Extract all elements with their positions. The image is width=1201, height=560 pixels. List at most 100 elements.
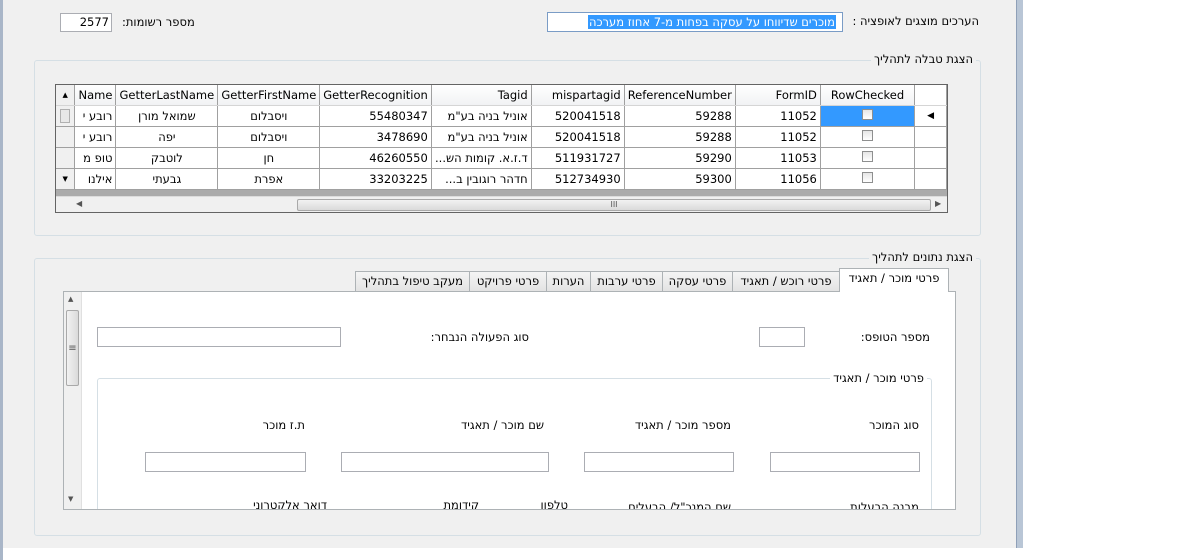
cell-tagid[interactable]: אוניל בניה בע"מ <box>431 105 532 127</box>
row-header[interactable] <box>914 126 947 148</box>
hscroll-grip: III <box>610 200 618 209</box>
tab-project-details[interactable]: פרטי פרויקט <box>469 271 547 291</box>
details-title: הצגת נתונים לתהליך <box>869 250 976 264</box>
hscroll-thumb[interactable]: III <box>297 199 931 211</box>
cell-getterlastname[interactable]: לוטבק <box>115 147 219 169</box>
filter-value: מוכרים שדיווחו על עסקה בפחות מ-7 אחוז מע… <box>587 15 836 29</box>
seller-id-field[interactable] <box>145 452 306 472</box>
cell-getterrecognition[interactable]: 46260550 <box>319 147 432 169</box>
cell-rowchecked[interactable] <box>820 147 916 169</box>
cell-tagid[interactable]: אוניל בניה בע"מ <box>431 126 532 148</box>
seller-name-label: שם מוכר / תאגיד <box>461 418 544 432</box>
process-data-grid[interactable]: ▲ Name GetterLastName GetterFirstName Ge… <box>55 84 948 213</box>
records-count-value: 2577 <box>79 15 109 29</box>
row-checkbox[interactable] <box>862 129 874 141</box>
cell-rowchecked[interactable] <box>820 126 916 148</box>
row-header-corner <box>914 85 947 106</box>
cell-mispartagid[interactable]: 520041518 <box>531 105 625 127</box>
grid-hscrollbar[interactable]: ◀ III ▶ <box>56 196 947 212</box>
col-header-getterfirstname[interactable]: GetterFirstName <box>217 85 321 106</box>
cell-tagid[interactable]: חדהר רוגובין ב... <box>431 168 532 190</box>
email-label: דואר אלקטרוני <box>253 498 327 510</box>
col-header-getterrecognition[interactable]: GetterRecognition <box>319 85 432 106</box>
cell-tagid[interactable]: ד.ז.א. קומות הש... <box>431 147 532 169</box>
row-header[interactable] <box>914 168 947 190</box>
process-table-title: הצגת טבלה לתהליך <box>871 52 976 66</box>
seller-name-field[interactable] <box>341 452 549 472</box>
panel-vscrollbar[interactable]: ▲ ≡ ▼ <box>64 292 82 509</box>
col-header-tagid[interactable]: Tagid <box>431 85 532 106</box>
col-header-getterlastname[interactable]: GetterLastName <box>115 85 219 106</box>
cell-mispartagid[interactable]: 520041518 <box>531 126 625 148</box>
grid-vscroll-down[interactable]: ▼ <box>56 168 76 190</box>
tab-notes[interactable]: הערות <box>546 271 591 291</box>
cell-getterrecognition[interactable]: 33203225 <box>319 168 432 190</box>
seller-group <box>97 378 932 509</box>
tab-buyer-details[interactable]: פרטי רוכש / תאגיד <box>732 271 840 291</box>
cell-getterfirstname[interactable]: אפרת <box>217 168 321 190</box>
tab-deal-details[interactable]: פרטי עסקה <box>662 271 733 291</box>
grid-vscroll-track[interactable] <box>56 126 76 148</box>
cell-getterlastname[interactable]: שמואל מורן <box>115 105 219 127</box>
cell-referencenumber[interactable]: 59288 <box>624 126 736 148</box>
cell-getterlastname[interactable]: יפה <box>115 126 219 148</box>
table-row[interactable]: טופ מ לוטבק חן 46260550 ד.ז.א. קומות הש.… <box>56 147 947 169</box>
cell-formid[interactable]: 11056 <box>735 168 821 190</box>
cell-getterfirstname[interactable]: ויסבלום <box>217 105 321 127</box>
form-number-label: מספר הטופס: <box>860 330 930 344</box>
cell-getterfirstname[interactable]: ויסבלום <box>217 126 321 148</box>
table-row[interactable]: ▼ אילנו גבעתי אפרת 33203225 חדהר רוגובין… <box>56 168 947 190</box>
tab-guarantee-details[interactable]: פרטי ערבות <box>590 271 663 291</box>
cell-mispartagid[interactable]: 511931727 <box>531 147 625 169</box>
col-header-formid[interactable]: FormID <box>735 85 821 106</box>
seller-type-field[interactable] <box>770 452 920 472</box>
cell-formid[interactable]: 11052 <box>735 126 821 148</box>
cell-rowchecked[interactable] <box>820 168 916 190</box>
cell-getterfirstname[interactable]: חן <box>217 147 321 169</box>
process-grid-table: ▲ Name GetterLastName GetterFirstName Ge… <box>56 85 947 190</box>
grid-vscroll-track[interactable] <box>56 105 76 127</box>
hscroll-left-arrow[interactable]: ◀ <box>76 199 82 208</box>
grid-vscroll-track[interactable] <box>56 147 76 169</box>
cell-formid[interactable]: 11053 <box>735 147 821 169</box>
filter-label: הערכים מוצגים לאופציה : <box>852 14 979 28</box>
hscroll-right-arrow[interactable]: ▶ <box>935 199 941 208</box>
vscroll-down-arrow[interactable]: ▼ <box>68 495 73 503</box>
cell-name[interactable]: רובע י <box>74 126 117 148</box>
row-checkbox[interactable] <box>862 108 874 120</box>
cell-referencenumber[interactable]: 59300 <box>624 168 736 190</box>
cell-name[interactable]: רובע י <box>74 105 117 127</box>
form-number-field[interactable] <box>759 327 805 347</box>
tab-process-tracking[interactable]: מעקב טיפול בתהליך <box>355 271 470 291</box>
row-checkbox[interactable] <box>862 171 874 183</box>
cell-getterrecognition[interactable]: 3478690 <box>319 126 432 148</box>
cell-mispartagid[interactable]: 512734930 <box>531 168 625 190</box>
filter-display[interactable]: מוכרים שדיווחו על עסקה בפחות מ-7 אחוז מע… <box>547 12 843 32</box>
col-header-referencenumber[interactable]: ReferenceNumber <box>624 85 736 106</box>
table-row[interactable]: רובע י יפה ויסבלום 3478690 אוניל בניה בע… <box>56 126 947 148</box>
table-row[interactable]: רובע י שמואל מורן ויסבלום 55480347 אוניל… <box>56 105 947 127</box>
vscroll-up-arrow[interactable]: ▲ <box>68 295 73 303</box>
seller-number-field[interactable] <box>584 452 734 472</box>
cell-name[interactable]: טופ מ <box>74 147 117 169</box>
cell-referencenumber[interactable]: 59288 <box>624 105 736 127</box>
col-header-mispartagid[interactable]: mispartagid <box>531 85 625 106</box>
cell-getterlastname[interactable]: גבעתי <box>115 168 219 190</box>
seller-id-label: ת.ז מוכר <box>262 418 305 432</box>
col-header-rowchecked[interactable]: RowChecked <box>820 85 916 106</box>
ceo-owner-name-label: שם המנכ"ל/ הבעלים <box>628 500 731 510</box>
cell-rowchecked-selected[interactable] <box>820 105 916 127</box>
row-header-current[interactable]: ◀ <box>914 105 947 127</box>
tab-seller-details[interactable]: פרטי מוכר / תאגיד <box>839 268 949 292</box>
seller-details-panel: ▲ ≡ ▼ מספר הטופס: סוג הפעולה הנבחר: פרטי… <box>63 291 956 510</box>
col-header-name[interactable]: Name <box>74 85 117 106</box>
row-header[interactable] <box>914 147 947 169</box>
row-checkbox[interactable] <box>862 150 874 162</box>
action-type-field[interactable] <box>97 327 341 347</box>
cell-name[interactable]: אילנו <box>74 168 117 190</box>
vscroll-thumb[interactable]: ≡ <box>66 310 79 386</box>
cell-getterrecognition[interactable]: 55480347 <box>319 105 432 127</box>
cell-referencenumber[interactable]: 59290 <box>624 147 736 169</box>
grid-vscroll-header[interactable]: ▲ <box>56 85 76 106</box>
cell-formid[interactable]: 11052 <box>735 105 821 127</box>
